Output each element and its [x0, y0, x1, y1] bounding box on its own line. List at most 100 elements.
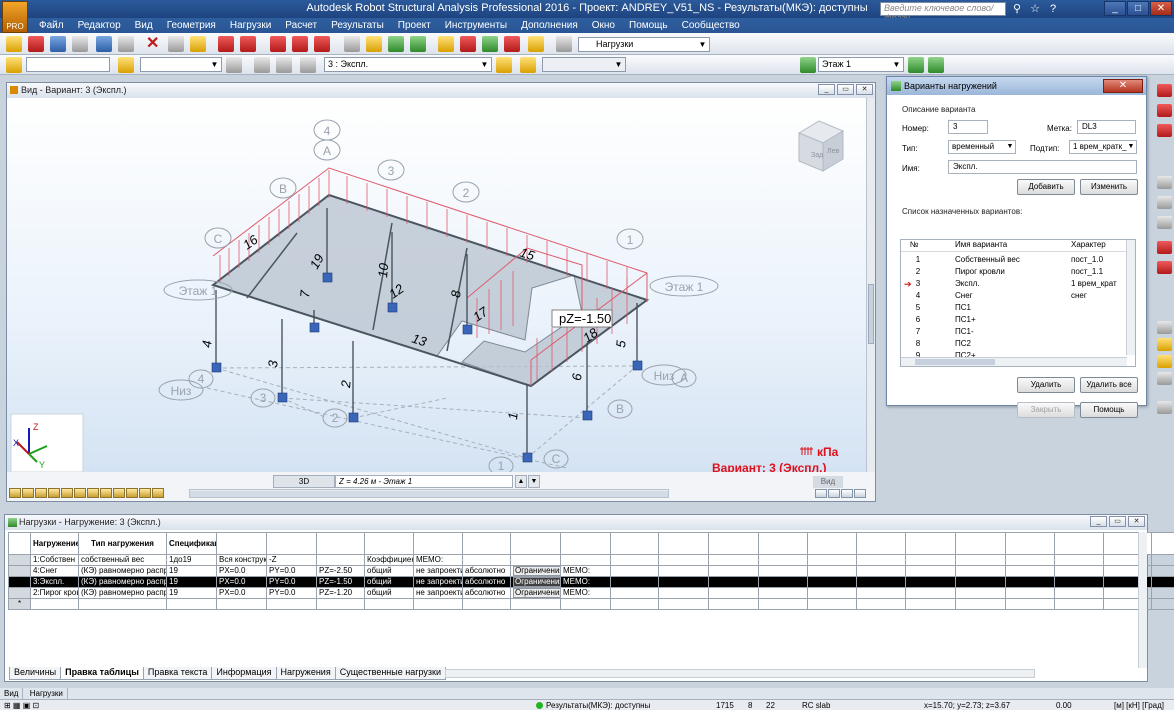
table-cell[interactable]: [955, 598, 1006, 610]
view-horizontal-scrollbar[interactable]: [189, 489, 669, 498]
table-cell[interactable]: [856, 598, 906, 610]
bar-icon[interactable]: [1157, 241, 1172, 254]
help-cursor-icon[interactable]: [226, 57, 242, 73]
view-btn-3[interactable]: [841, 489, 853, 498]
column-header[interactable]: [216, 532, 267, 555]
column-header[interactable]: Нагружение: [30, 532, 79, 555]
panel-icon[interactable]: [1157, 261, 1172, 274]
table-cell[interactable]: [758, 565, 808, 577]
table-cell[interactable]: 4:Снег: [30, 565, 79, 577]
table-cell[interactable]: [610, 587, 659, 599]
table-icon[interactable]: [270, 36, 286, 52]
table-cell[interactable]: абсолютно: [462, 565, 511, 577]
table-cell[interactable]: [1151, 587, 1174, 599]
tools-icon[interactable]: [504, 36, 520, 52]
column-header[interactable]: [462, 532, 511, 555]
column-header[interactable]: [905, 532, 956, 555]
storey-combo[interactable]: Этаж 1 ▼: [818, 57, 904, 72]
menu-design[interactable]: Проект: [391, 19, 438, 32]
tab-edit-table[interactable]: Правка таблицы: [60, 667, 144, 680]
column-header[interactable]: [316, 532, 365, 555]
table-minimize-button[interactable]: _: [1090, 516, 1107, 527]
column-header[interactable]: [708, 532, 759, 555]
menu-geometry[interactable]: Геометрия: [160, 19, 223, 32]
display-tab-2[interactable]: [22, 488, 34, 498]
table-cell[interactable]: [1054, 598, 1104, 610]
window-tab-loads[interactable]: Нагрузки: [26, 688, 68, 699]
table-cell[interactable]: [510, 598, 561, 610]
case-edit-icon[interactable]: [496, 57, 512, 73]
close-dialog-button[interactable]: Закрыть: [1017, 402, 1075, 418]
view-restore-button[interactable]: ▭: [837, 84, 854, 95]
table-cell[interactable]: [807, 587, 857, 599]
table-cell[interactable]: (КЭ) равномерно распр: [78, 576, 167, 588]
column-header[interactable]: [364, 532, 414, 555]
table-cell[interactable]: 19: [166, 576, 217, 588]
table-cell[interactable]: MEMO:: [560, 565, 611, 577]
table-cell[interactable]: [1054, 565, 1104, 577]
table-cell[interactable]: 19: [166, 565, 217, 577]
paste-icon[interactable]: [190, 36, 206, 52]
display-tab-5[interactable]: [61, 488, 73, 498]
table-cell[interactable]: [708, 598, 759, 610]
table-row[interactable]: 2:Пирог кров (КЭ) равномерно распр 19 PX…: [8, 587, 1174, 599]
table-cell[interactable]: [560, 554, 611, 566]
table-cell[interactable]: [462, 554, 511, 566]
table-cell[interactable]: [905, 576, 956, 588]
table-cell[interactable]: PZ=-1.50: [316, 576, 365, 588]
display-tab-11[interactable]: [139, 488, 151, 498]
table-cell[interactable]: [905, 598, 956, 610]
table-cell[interactable]: абсолютно: [462, 576, 511, 588]
table-cell[interactable]: [413, 598, 463, 610]
results-map-icon[interactable]: [1157, 338, 1172, 351]
level-up-button[interactable]: ▲: [515, 475, 527, 488]
table-cell[interactable]: MEMO:: [560, 576, 611, 588]
bar-selection-combo[interactable]: ▼: [140, 57, 222, 72]
constraints-button[interactable]: Ограничения: [513, 566, 560, 576]
binoculars-icon[interactable]: ⚲: [1010, 2, 1024, 16]
table-cell[interactable]: [1005, 554, 1055, 566]
table-cell[interactable]: [658, 565, 709, 577]
loads-table[interactable]: Нагружение Тип нагружения Спецификация 1…: [8, 532, 1174, 610]
favorites-icon[interactable]: ☆: [1028, 2, 1042, 16]
display-tab-7[interactable]: [87, 488, 99, 498]
list-item[interactable]: 6 ПС1+: [901, 314, 1127, 326]
design-icon[interactable]: [528, 36, 544, 52]
add-button[interactable]: Добавить: [1017, 179, 1075, 195]
table-cell[interactable]: [955, 576, 1006, 588]
storey-down-icon[interactable]: [928, 57, 944, 73]
window-tab-view[interactable]: Вид: [0, 688, 24, 699]
table-cell[interactable]: PX=0.0: [216, 587, 267, 599]
column-header[interactable]: [510, 532, 561, 555]
table2-icon[interactable]: [292, 36, 308, 52]
table-cell[interactable]: абсолютно: [462, 587, 511, 599]
table-cell[interactable]: [955, 554, 1006, 566]
view-btn-1[interactable]: [815, 489, 827, 498]
table-cell[interactable]: MEMO:: [413, 554, 463, 566]
level-down-button[interactable]: ▼: [528, 475, 540, 488]
table-cell[interactable]: [807, 576, 857, 588]
undo-icon[interactable]: [218, 36, 234, 52]
delete-all-button[interactable]: Удалить все: [1080, 377, 1138, 393]
column-header[interactable]: [266, 532, 317, 555]
table-cell[interactable]: PX=0.0: [216, 565, 267, 577]
table-cell[interactable]: [658, 576, 709, 588]
table-horizontal-scrollbar[interactable]: [445, 669, 1035, 678]
table-cell[interactable]: [807, 598, 857, 610]
display-tab-4[interactable]: [48, 488, 60, 498]
modify-button[interactable]: Изменить: [1080, 179, 1138, 195]
results-icon[interactable]: [460, 36, 476, 52]
node-selection-combo[interactable]: [26, 57, 110, 72]
home-icon[interactable]: [254, 57, 270, 73]
table-cell[interactable]: PY=0.0: [266, 587, 317, 599]
menu-help[interactable]: Помощь: [622, 19, 675, 32]
design-results-icon[interactable]: [1157, 401, 1172, 414]
table-cell[interactable]: Вся конструк: [216, 554, 267, 566]
layout-icon[interactable]: [556, 36, 572, 52]
menu-tools[interactable]: Инструменты: [438, 19, 514, 32]
diagram-icon[interactable]: [1157, 355, 1172, 368]
tab-info[interactable]: Информация: [211, 667, 277, 680]
maximize-button[interactable]: □: [1127, 1, 1149, 16]
view-mode-3d[interactable]: 3D: [273, 475, 335, 488]
table-cell[interactable]: Ограничения: [510, 565, 561, 577]
